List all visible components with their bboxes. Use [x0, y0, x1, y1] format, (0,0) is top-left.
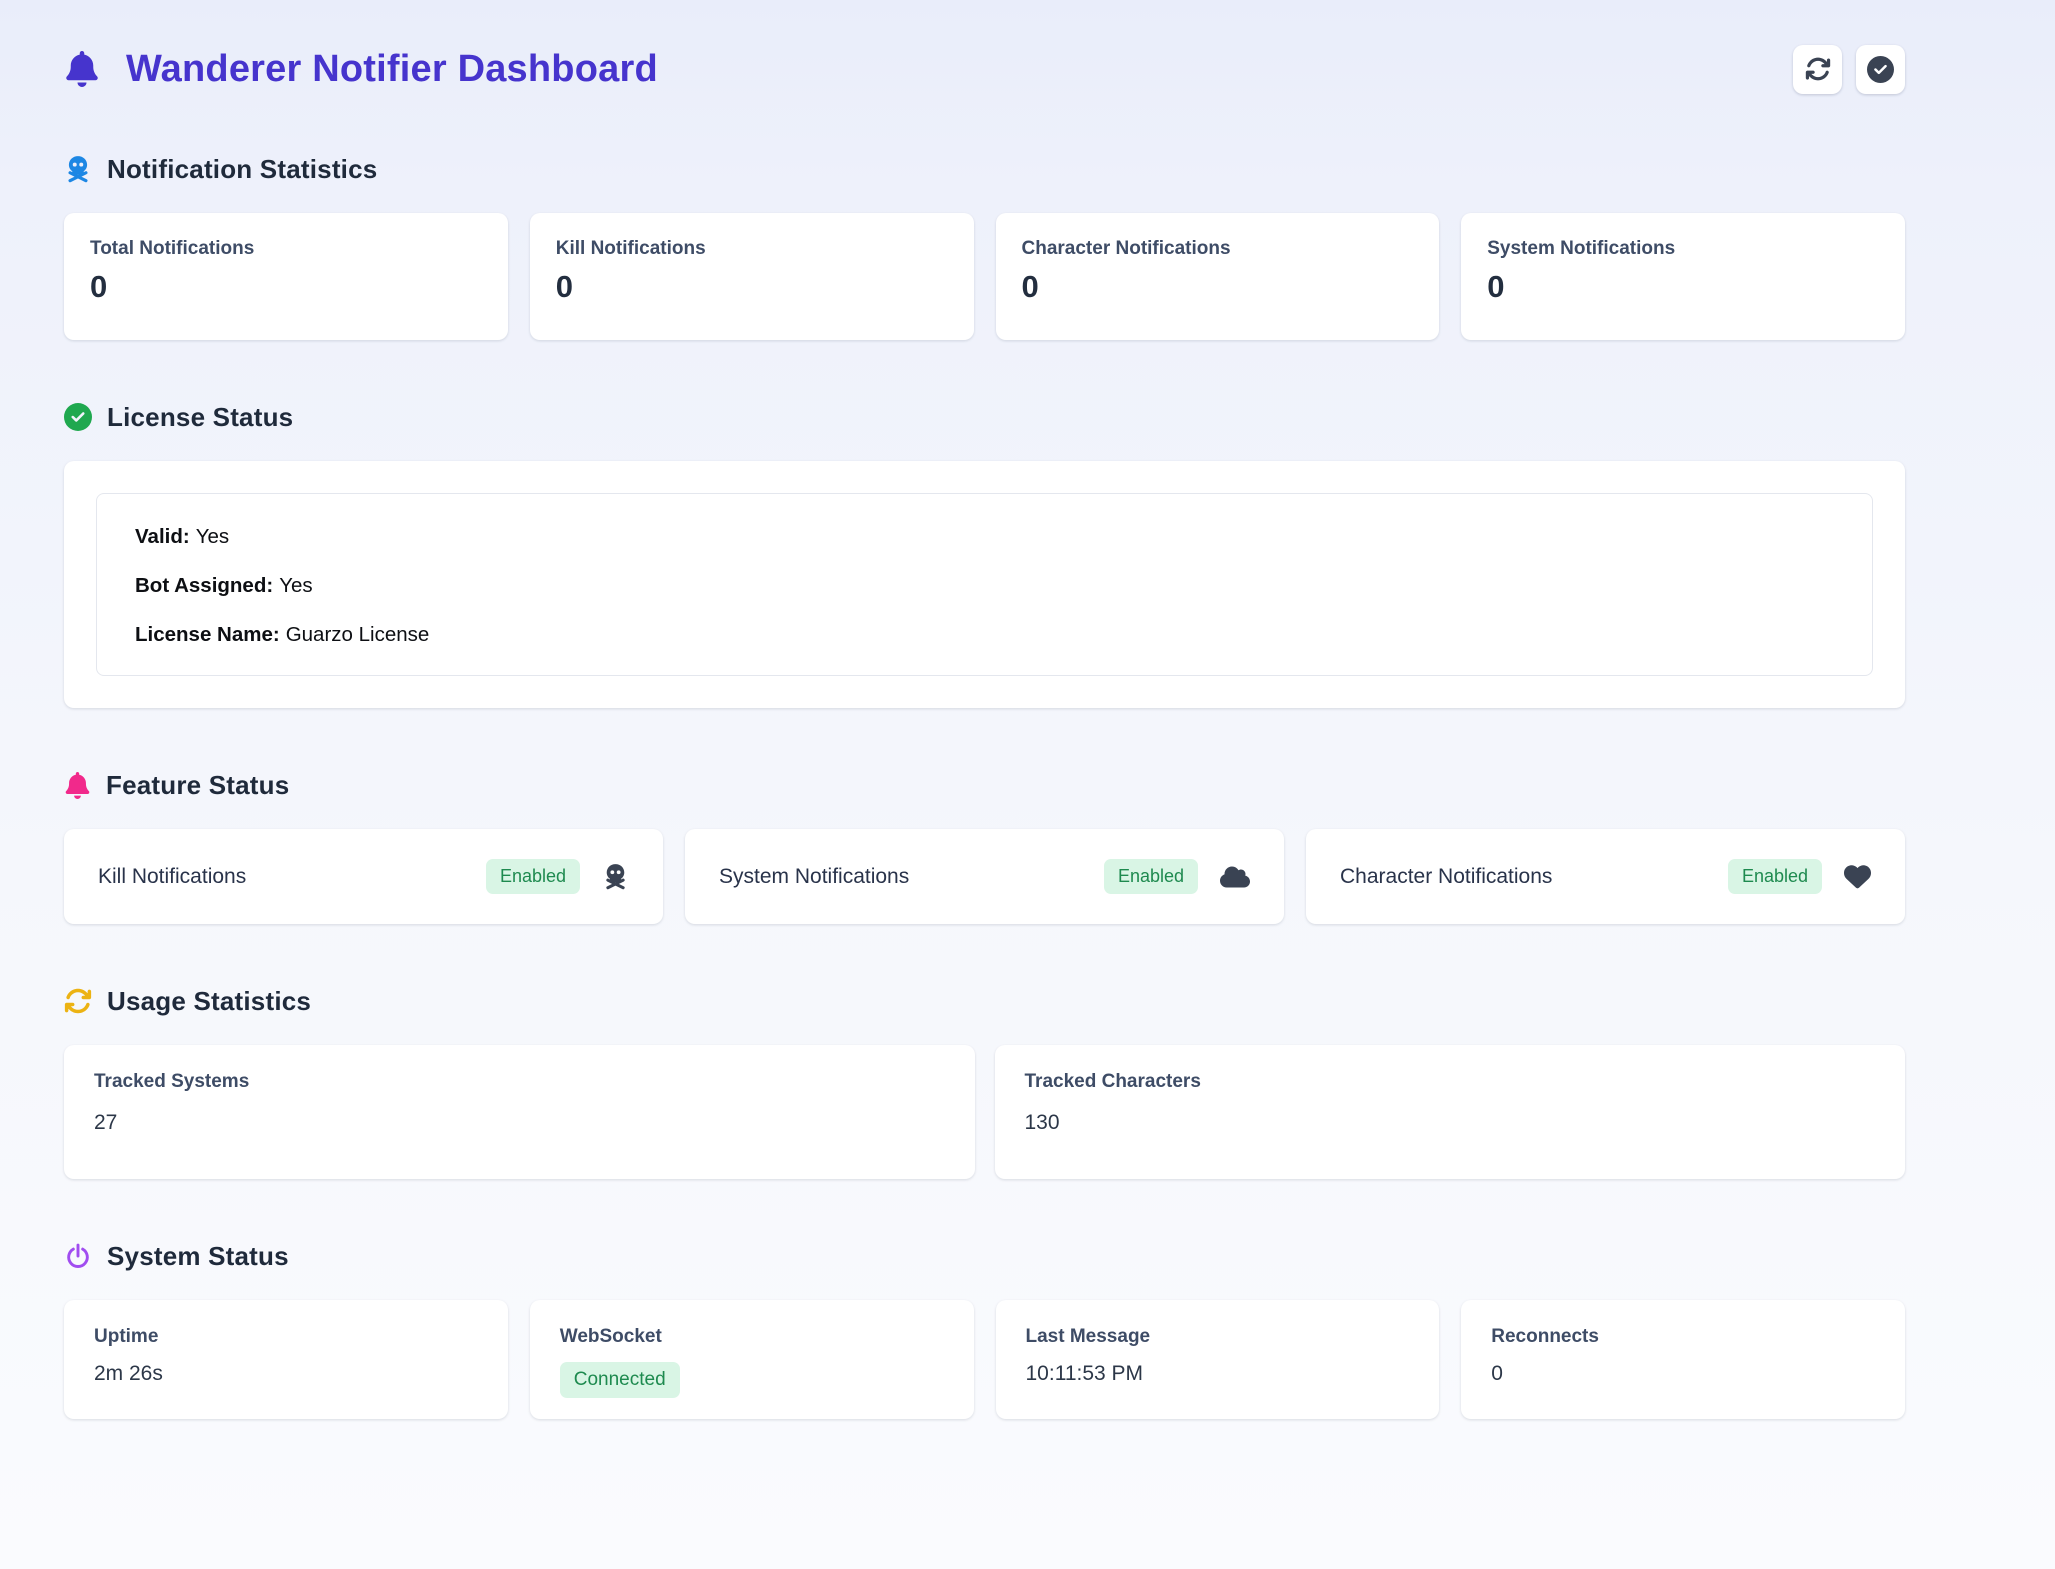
stat-label: System Notifications: [1487, 238, 1879, 260]
dashboard-page: Wanderer Notifier Dashboard Notification…: [64, 0, 1905, 1419]
stat-label: Total Notifications: [90, 238, 482, 260]
status-badge: Enabled: [1104, 859, 1198, 894]
connection-status-badge: Connected: [560, 1362, 680, 1398]
skull-crossbones-icon: [64, 155, 92, 183]
usage-card-tracked-systems: Tracked Systems 27: [64, 1045, 975, 1179]
system-card-reconnects: Reconnects 0: [1461, 1300, 1905, 1419]
license-field-value: Guarzo License: [286, 623, 430, 646]
section-heading: License Status: [107, 402, 293, 433]
system-label: Uptime: [94, 1326, 478, 1348]
license-field-license-name: License Name: Guarzo License: [135, 623, 1834, 647]
app-header: Wanderer Notifier Dashboard: [64, 40, 1905, 98]
usage-value: 130: [1025, 1111, 1876, 1135]
system-card-uptime: Uptime 2m 26s: [64, 1300, 508, 1419]
section-usage-statistics: Usage Statistics: [64, 984, 1905, 1018]
system-label: WebSocket: [560, 1326, 944, 1348]
check-circle-icon: [64, 403, 92, 431]
stat-value: 0: [90, 269, 482, 305]
system-value: 0: [1491, 1362, 1875, 1386]
usage-stats-grid: Tracked Systems 27 Tracked Characters 13…: [64, 1045, 1905, 1179]
section-heading: System Status: [107, 1241, 289, 1272]
feature-status-grid: Kill Notifications Enabled System Notifi…: [64, 829, 1905, 924]
license-field-bot-assigned: Bot Assigned: Yes: [135, 574, 1834, 598]
license-field-value: Yes: [196, 525, 229, 548]
section-heading: Feature Status: [106, 770, 289, 801]
system-value: 2m 26s: [94, 1362, 478, 1386]
stat-card-kill-notifications: Kill Notifications 0: [530, 213, 974, 340]
feature-label: Kill Notifications: [98, 865, 486, 889]
feature-label: Character Notifications: [1340, 865, 1728, 889]
usage-card-tracked-characters: Tracked Characters 130: [995, 1045, 1906, 1179]
license-field-value: Yes: [279, 574, 312, 597]
section-heading: Usage Statistics: [107, 986, 311, 1017]
system-card-last-message: Last Message 10:11:53 PM: [996, 1300, 1440, 1419]
license-status-card: Valid: Yes Bot Assigned: Yes License Name:…: [64, 461, 1905, 708]
status-badge: Enabled: [486, 859, 580, 894]
license-field-label: License Name:: [135, 623, 280, 646]
license-field-label: Bot Assigned:: [135, 574, 273, 597]
check-circle-icon: [1867, 56, 1894, 83]
license-field-label: Valid:: [135, 525, 190, 548]
refresh-icon: [1805, 56, 1831, 82]
refresh-button[interactable]: [1793, 45, 1842, 94]
status-badge: Enabled: [1728, 859, 1822, 894]
bell-icon: [64, 772, 91, 799]
stat-label: Character Notifications: [1022, 238, 1414, 260]
system-label: Reconnects: [1491, 1326, 1875, 1348]
usage-label: Tracked Systems: [94, 1071, 945, 1093]
usage-value: 27: [94, 1111, 945, 1135]
refresh-icon: [64, 987, 92, 1015]
feature-card-system-notifications: System Notifications Enabled: [685, 829, 1284, 924]
system-value: 10:11:53 PM: [1026, 1362, 1410, 1386]
section-system-status: System Status: [64, 1239, 1905, 1273]
stat-value: 0: [1487, 269, 1879, 305]
section-license-status: License Status: [64, 400, 1905, 434]
feature-label: System Notifications: [719, 865, 1104, 889]
feature-card-kill-notifications: Kill Notifications Enabled: [64, 829, 663, 924]
section-heading: Notification Statistics: [107, 154, 377, 185]
cloud-icon: [1220, 865, 1250, 889]
notification-stats-grid: Total Notifications 0 Kill Notifications…: [64, 213, 1905, 340]
feature-card-character-notifications: Character Notifications Enabled: [1306, 829, 1905, 924]
bell-icon: [64, 51, 100, 87]
system-card-websocket: WebSocket Connected: [530, 1300, 974, 1419]
stat-value: 0: [1022, 269, 1414, 305]
page-title: Wanderer Notifier Dashboard: [126, 48, 658, 91]
stat-card-total-notifications: Total Notifications 0: [64, 213, 508, 340]
heart-icon: [1844, 863, 1871, 890]
stat-card-character-notifications: Character Notifications 0: [996, 213, 1440, 340]
license-field-valid: Valid: Yes: [135, 525, 1834, 549]
section-notification-statistics: Notification Statistics: [64, 152, 1905, 186]
license-details-box: Valid: Yes Bot Assigned: Yes License Name:…: [96, 493, 1873, 676]
skull-crossbones-icon: [602, 863, 629, 890]
check-status-button[interactable]: [1856, 45, 1905, 94]
stat-value: 0: [556, 269, 948, 305]
power-icon: [64, 1242, 92, 1270]
system-status-grid: Uptime 2m 26s WebSocket Connected Last M…: [64, 1300, 1905, 1419]
usage-label: Tracked Characters: [1025, 1071, 1876, 1093]
stat-label: Kill Notifications: [556, 238, 948, 260]
system-label: Last Message: [1026, 1326, 1410, 1348]
section-feature-status: Feature Status: [64, 768, 1905, 802]
stat-card-system-notifications: System Notifications 0: [1461, 213, 1905, 340]
